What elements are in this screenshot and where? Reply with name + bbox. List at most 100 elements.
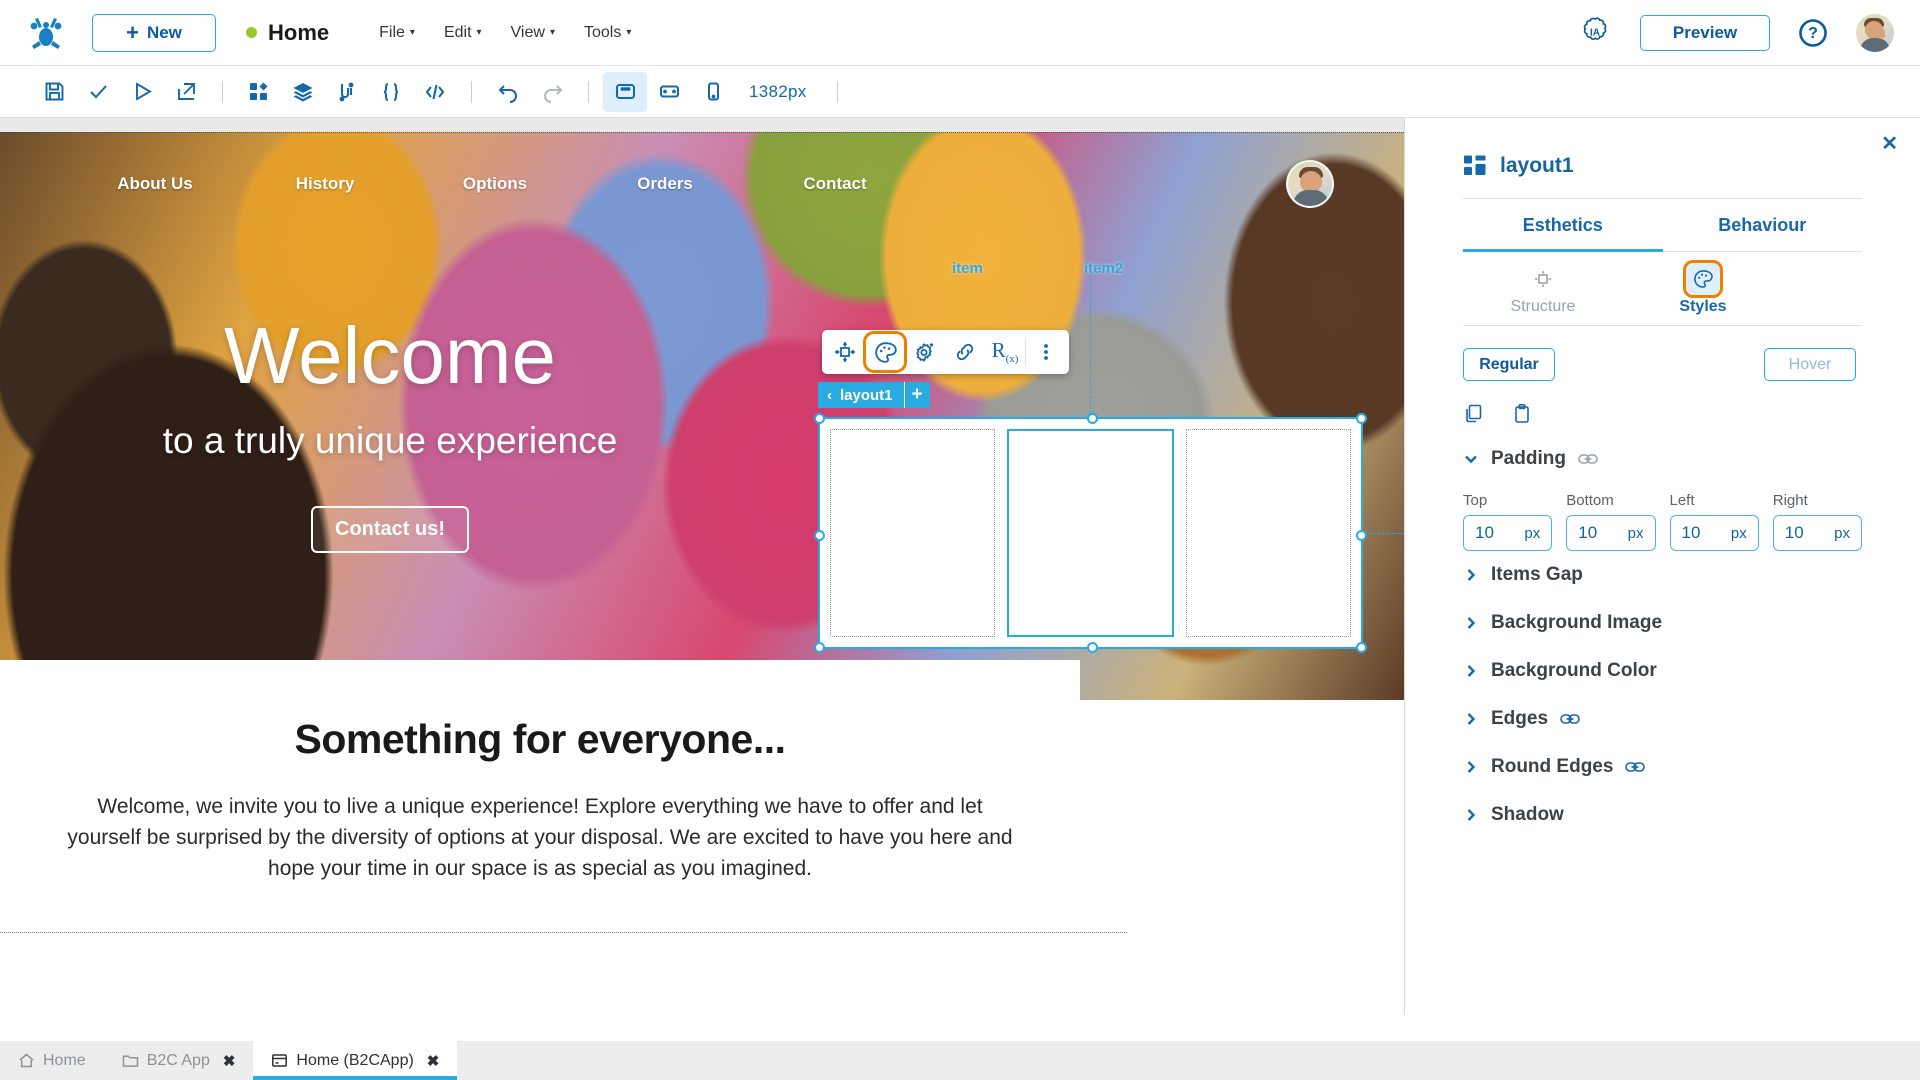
canvas-width-value[interactable]: 1382px	[749, 82, 807, 102]
play-icon[interactable]	[120, 72, 164, 112]
section-title[interactable]: Something for everyone...	[0, 716, 1080, 763]
float-formula-button[interactable]: R(x)	[985, 333, 1025, 371]
ia-assistant-button[interactable]: IA	[1578, 16, 1612, 50]
padding-right-unit[interactable]: px	[1834, 525, 1850, 542]
svg-text:?: ?	[1808, 25, 1818, 42]
site-nav-contact[interactable]: Contact	[750, 174, 920, 194]
layout-item-3[interactable]	[1186, 429, 1351, 637]
resize-handle-bottom-left[interactable]	[814, 642, 825, 653]
widgets-icon[interactable]	[237, 72, 281, 112]
float-styles-button[interactable]	[863, 331, 907, 373]
canvas-area: About Us History Options Orders Contact …	[0, 118, 1404, 1015]
link-chain-icon[interactable]	[1625, 760, 1646, 774]
paste-icon[interactable]	[1511, 403, 1533, 430]
publish-icon[interactable]	[164, 72, 208, 112]
resize-handle-top-left[interactable]	[814, 413, 825, 424]
hero-cta-button[interactable]: Contact us!	[311, 506, 469, 553]
close-icon[interactable]: ✖	[427, 1052, 440, 1070]
chevron-left-icon: ‹	[827, 386, 832, 404]
float-more-button[interactable]	[1026, 333, 1066, 371]
site-avatar[interactable]	[1286, 160, 1334, 208]
bottom-tab-home-b2capp[interactable]: Home (B2CApp) ✖	[253, 1041, 458, 1080]
padding-section-label: Padding	[1491, 448, 1566, 469]
padding-bottom-unit[interactable]: px	[1628, 525, 1644, 542]
redo-icon[interactable]	[530, 72, 574, 112]
padding-top-unit[interactable]: px	[1524, 525, 1540, 542]
padding-right-label: Right	[1772, 492, 1808, 509]
link-chain-icon[interactable]	[1560, 712, 1580, 726]
float-link-button[interactable]	[945, 333, 985, 371]
breadcrumb-layout1[interactable]: ‹ layout1	[818, 382, 904, 408]
chevron-right-icon	[1463, 759, 1479, 775]
hero-subtitle[interactable]: to a truly unique experience	[0, 420, 780, 462]
resize-handle-middle-left[interactable]	[814, 530, 825, 541]
layers-icon[interactable]	[281, 72, 325, 112]
braces-icon[interactable]	[369, 72, 413, 112]
tab-behaviour[interactable]: Behaviour	[1663, 199, 1863, 251]
site-nav-options[interactable]: Options	[410, 174, 580, 194]
resize-handle-middle-right[interactable]	[1356, 530, 1367, 541]
site-nav-about-us[interactable]: About Us	[70, 174, 240, 194]
site-nav-history[interactable]: History	[240, 174, 410, 194]
menu-edit[interactable]: Edit ▾	[444, 24, 482, 42]
new-button[interactable]: + New	[92, 13, 216, 52]
padding-left-unit[interactable]: px	[1731, 525, 1747, 542]
menu-file[interactable]: File ▾	[379, 24, 415, 42]
resize-handle-bottom-right[interactable]	[1356, 642, 1367, 653]
section-body[interactable]: Welcome, we invite you to live a unique …	[60, 791, 1020, 884]
flow-icon[interactable]	[325, 72, 369, 112]
state-regular-button[interactable]: Regular	[1463, 348, 1555, 381]
selected-layout-box[interactable]	[814, 413, 1367, 653]
tablet-icon[interactable]	[647, 72, 691, 112]
page-preview[interactable]: About Us History Options Orders Contact …	[0, 132, 1404, 984]
section-edges[interactable]: Edges	[1463, 695, 1862, 743]
state-hover-button[interactable]: Hover	[1764, 348, 1856, 381]
avatar[interactable]	[1856, 13, 1894, 52]
item-label-item[interactable]: item	[952, 260, 983, 277]
section-shadow[interactable]: Shadow	[1463, 791, 1862, 839]
resize-handle-top-right[interactable]	[1356, 413, 1367, 424]
check-icon[interactable]	[76, 72, 120, 112]
code-icon[interactable]	[413, 72, 457, 112]
padding-bottom-input[interactable]: 10 px	[1566, 515, 1656, 551]
section-background-color[interactable]: Background Color	[1463, 647, 1862, 695]
padding-right-input[interactable]: 10 px	[1772, 515, 1862, 551]
breadcrumb-add-button[interactable]: +	[903, 382, 930, 408]
desktop-icon[interactable]	[603, 71, 647, 112]
section-background-image[interactable]: Background Image	[1463, 599, 1862, 647]
help-button[interactable]: ?	[1798, 18, 1828, 48]
menu-bar: File ▾ Edit ▾ View ▾ Tools ▾	[379, 24, 631, 42]
tab-esthetics[interactable]: Esthetics	[1463, 199, 1663, 252]
subtab-styles[interactable]: Styles	[1623, 260, 1783, 325]
float-structure-button[interactable]	[825, 333, 865, 371]
resize-handle-bottom-center[interactable]	[1087, 642, 1098, 653]
menu-tools[interactable]: Tools ▾	[584, 24, 631, 42]
save-icon[interactable]	[32, 72, 76, 112]
section-round-edges[interactable]: Round Edges	[1463, 743, 1862, 791]
float-settings-button[interactable]	[905, 333, 945, 371]
content-section[interactable]: Something for everyone... Welcome, we in…	[0, 660, 1080, 984]
undo-icon[interactable]	[486, 72, 530, 112]
item-label-item2[interactable]: item2	[1084, 260, 1123, 277]
preview-button[interactable]: Preview	[1640, 14, 1770, 51]
site-nav-orders[interactable]: Orders	[580, 174, 750, 194]
app-logo[interactable]	[0, 13, 92, 53]
mobile-icon[interactable]	[691, 72, 735, 112]
padding-left-input[interactable]: 10 px	[1669, 515, 1759, 551]
hero-title[interactable]: Welcome	[0, 316, 780, 396]
bottom-tab-b2c-app[interactable]: B2C App ✖	[104, 1041, 254, 1080]
bottom-tab-home[interactable]: Home	[0, 1041, 104, 1080]
close-icon[interactable]: ✖	[223, 1052, 236, 1070]
subtab-structure[interactable]: Structure	[1463, 264, 1623, 325]
section-items-gap[interactable]: Items Gap	[1463, 551, 1862, 599]
close-icon[interactable]: ✕	[1881, 134, 1898, 154]
copy-icon[interactable]	[1463, 403, 1485, 430]
canvas-top-gutter	[0, 118, 1404, 132]
link-chain-icon[interactable]	[1578, 452, 1598, 466]
menu-view[interactable]: View ▾	[511, 24, 555, 42]
layout-item-2[interactable]	[1007, 429, 1174, 637]
padding-top-input[interactable]: 10 px	[1463, 515, 1553, 551]
resize-handle-top-center[interactable]	[1087, 413, 1098, 424]
padding-section-header[interactable]: Padding	[1463, 430, 1862, 470]
layout-item-1[interactable]	[830, 429, 995, 637]
